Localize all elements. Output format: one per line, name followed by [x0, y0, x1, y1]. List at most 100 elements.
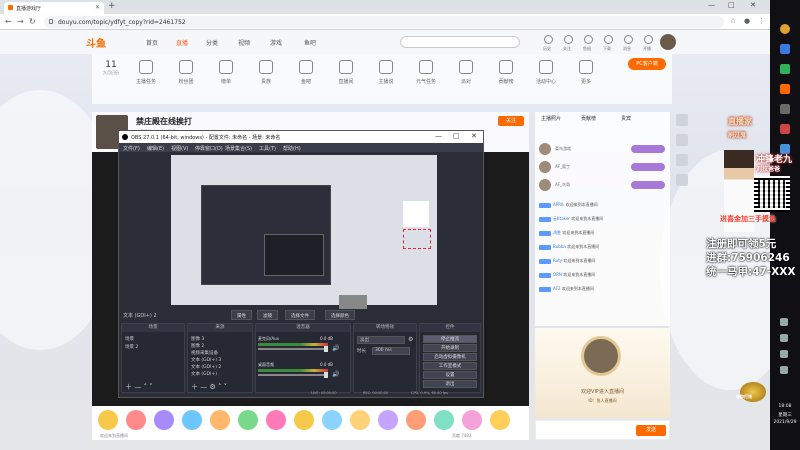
obs-menu-file[interactable]: 文件(F) — [123, 145, 140, 152]
chrome-icon[interactable] — [780, 24, 790, 34]
gift-icon[interactable] — [350, 410, 370, 430]
chat-user[interactable]: Ruty — [553, 258, 562, 263]
category-item[interactable]: 贡献榜 — [486, 60, 526, 85]
back-icon[interactable]: ← — [5, 17, 12, 26]
download-icon[interactable] — [604, 35, 613, 44]
source-add-remove-buttons[interactable]: ＋ — ⚙ ˄ ˅ — [191, 382, 227, 392]
source-item[interactable]: 视频采集设备 — [191, 350, 218, 356]
source-item[interactable]: 图像 3 — [191, 336, 204, 342]
chat-input[interactable]: 发送 — [535, 420, 670, 440]
report-icon[interactable] — [676, 134, 688, 146]
transition-settings-icon[interactable]: ⚙ — [408, 336, 413, 343]
virtual-camera-button[interactable]: 启动虚拟摄像机 — [423, 353, 477, 361]
properties-button[interactable]: 属性 — [231, 310, 252, 320]
chat-user[interactable]: 云Ktaker — [553, 216, 570, 221]
app-icon[interactable] — [780, 124, 790, 134]
stop-streaming-button[interactable]: 停止推流 — [423, 335, 477, 343]
app-icon[interactable] — [780, 44, 790, 54]
follow-button[interactable]: 关注 — [498, 116, 524, 126]
category-item[interactable]: 活动中心 — [526, 60, 566, 85]
minimize-button[interactable]: — — [708, 1, 715, 9]
pc-client-button[interactable]: PC客户端 — [628, 58, 666, 70]
send-button[interactable]: 发送 — [636, 425, 666, 436]
douyu-logo[interactable]: 斗鱼 — [86, 35, 106, 50]
gift-icon[interactable] — [210, 410, 230, 430]
chat-user[interactable]: 鸿胜 — [553, 230, 561, 235]
gift-icon[interactable] — [126, 410, 146, 430]
start-recording-button[interactable]: 开始录制 — [423, 344, 477, 352]
app-download-icon[interactable] — [676, 174, 688, 186]
gift-icon[interactable] — [462, 410, 482, 430]
studio-mode-button[interactable]: 工作室模式 — [423, 362, 477, 370]
category-item[interactable]: 主播说 — [366, 60, 406, 85]
menu-dots-icon[interactable]: ⋮ — [758, 17, 765, 25]
chat-user[interactable]: APRIL — [553, 202, 564, 207]
source-item[interactable]: 文本 (GDI+) 3 — [191, 357, 221, 363]
clock-time[interactable]: 18:08 — [770, 404, 800, 409]
nav-home[interactable]: 首页 — [146, 38, 158, 47]
obs-maximize-button[interactable]: □ — [453, 132, 460, 140]
select-color-button[interactable]: 选择颜色 — [325, 310, 355, 320]
duration-input[interactable]: 300 ms — [372, 347, 410, 355]
category-item[interactable]: 贵族 — [246, 60, 286, 85]
tab-contribution[interactable]: 贡献榜 — [581, 115, 596, 122]
speaker-icon[interactable]: 🔊 — [332, 345, 339, 352]
gift-icon[interactable] — [238, 410, 258, 430]
speaker-icon[interactable]: 🔊 — [332, 371, 339, 378]
top-user-row[interactable]: AF_鸟哥 — [539, 178, 667, 192]
history-icon[interactable] — [544, 35, 553, 44]
gift-icon[interactable] — [98, 410, 118, 430]
transition-select[interactable]: 淡出 — [357, 336, 405, 344]
scene-item[interactable]: 场景 — [125, 336, 134, 342]
filters-button[interactable]: 滤镜 — [257, 310, 278, 320]
share-icon[interactable] — [676, 114, 688, 126]
douyu-icon[interactable] — [780, 84, 790, 94]
obs-menu-view[interactable]: 视图(V) — [171, 145, 188, 152]
obs-icon[interactable] — [780, 104, 790, 114]
gift-icon[interactable] — [490, 410, 510, 430]
forward-icon[interactable]: → — [17, 17, 24, 26]
chat-user[interactable]: AF2 — [553, 286, 561, 291]
tab-douyu[interactable]: 直播游戏厅 ✕ — [4, 2, 104, 14]
obs-menu-tools[interactable]: 工具(T) — [259, 145, 276, 152]
scene-item[interactable]: 场景 2 — [125, 344, 138, 350]
new-tab-button[interactable]: + — [108, 1, 116, 11]
maximize-button[interactable]: □ — [728, 1, 735, 9]
volume-slider-knob[interactable] — [324, 372, 328, 378]
source-item[interactable]: 图像 2 — [191, 343, 204, 349]
obs-minimize-button[interactable]: — — [435, 132, 442, 140]
gift-icon[interactable] — [406, 410, 426, 430]
obs-menu-edit[interactable]: 编辑(E) — [147, 145, 164, 152]
message-icon[interactable] — [624, 35, 633, 44]
nav-fishbar[interactable]: 鱼吧 — [304, 38, 316, 47]
gift-icon[interactable] — [182, 410, 202, 430]
category-item[interactable]: 派对 — [446, 60, 486, 85]
gift-icon[interactable] — [266, 410, 286, 430]
category-item[interactable]: 更多 — [566, 60, 606, 85]
close-window-button[interactable]: ✕ — [750, 1, 756, 9]
nav-live[interactable]: 直播 — [176, 38, 188, 47]
select-file-button[interactable]: 选择文件 — [285, 310, 315, 320]
follow-icon[interactable] — [564, 35, 573, 44]
obs-menu-help[interactable]: 帮助(H) — [283, 145, 301, 152]
chat-user[interactable]: Bubba — [553, 244, 566, 249]
obs-menu-docks[interactable]: 停靠窗口(D) — [195, 145, 223, 152]
wechat-icon[interactable] — [780, 64, 790, 74]
reload-icon[interactable]: ↻ — [29, 17, 36, 26]
top-user-row[interactable]: AF_奥丁 — [539, 160, 667, 174]
category-item[interactable]: 鱼吧 — [286, 60, 326, 85]
settings-button[interactable]: 设置 — [423, 371, 477, 379]
close-tab-icon[interactable]: ✕ — [95, 4, 100, 11]
category-item[interactable]: 主播任务 — [126, 60, 166, 85]
search-input[interactable] — [400, 36, 520, 48]
broadcast-icon[interactable] — [644, 35, 653, 44]
exit-button[interactable]: 退出 — [423, 380, 477, 388]
volume-slider[interactable] — [258, 348, 328, 350]
gift-icon[interactable] — [378, 410, 398, 430]
gift-shop-icon[interactable] — [676, 154, 688, 166]
fin-icon[interactable] — [584, 35, 593, 44]
profile-icon[interactable]: ● — [744, 17, 750, 25]
nav-video[interactable]: 视频 — [238, 38, 250, 47]
gift-icon[interactable] — [322, 410, 342, 430]
nav-category[interactable]: 分类 — [206, 38, 218, 47]
